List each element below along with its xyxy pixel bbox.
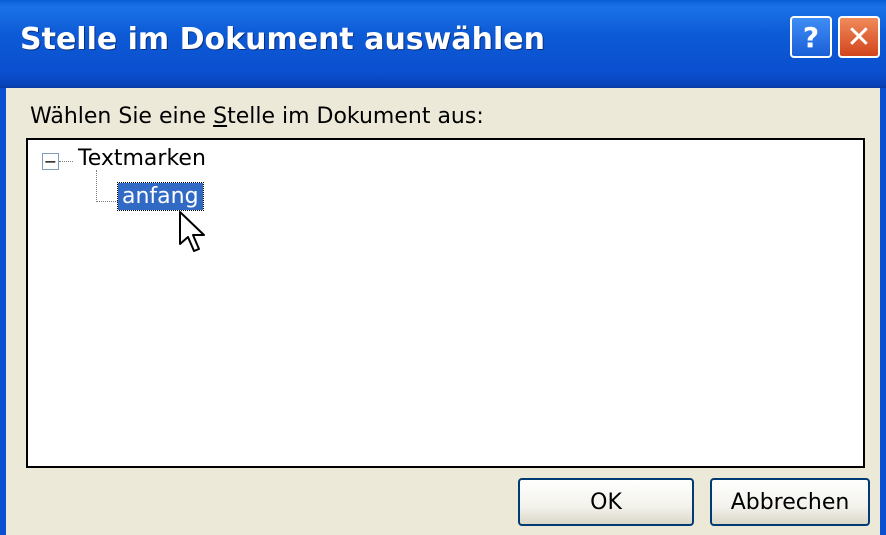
title-bar: Stelle im Dokument auswählen ? ✕ — [0, 0, 886, 88]
window-title: Stelle im Dokument auswählen — [20, 22, 545, 57]
prompt-accelerator: S — [213, 104, 228, 129]
ok-button[interactable]: OK — [518, 478, 694, 526]
tree-connector — [96, 201, 118, 202]
prompt-text-after: telle im Dokument aus: — [227, 104, 484, 129]
window-frame-left — [0, 88, 6, 535]
prompt-label: Wählen Sie eine Stelle im Dokument aus: — [30, 104, 484, 129]
location-tree[interactable]: − Textmarken anfang — [26, 138, 865, 468]
close-button[interactable]: ✕ — [838, 16, 880, 58]
tree-node-textmarken[interactable]: Textmarken — [78, 146, 206, 171]
tree-node-anfang[interactable]: anfang — [117, 182, 204, 211]
help-button[interactable]: ? — [790, 16, 832, 58]
tree-collapse-icon[interactable]: − — [42, 153, 59, 170]
help-icon: ? — [802, 20, 820, 54]
close-icon: ✕ — [846, 19, 872, 55]
tree-connector — [96, 170, 97, 202]
cancel-button[interactable]: Abbrechen — [710, 478, 870, 526]
window-frame-right — [880, 88, 886, 535]
prompt-text-before: Wählen Sie eine — [30, 104, 214, 129]
tree-connector — [59, 161, 73, 162]
mouse-cursor-icon — [179, 211, 205, 252]
